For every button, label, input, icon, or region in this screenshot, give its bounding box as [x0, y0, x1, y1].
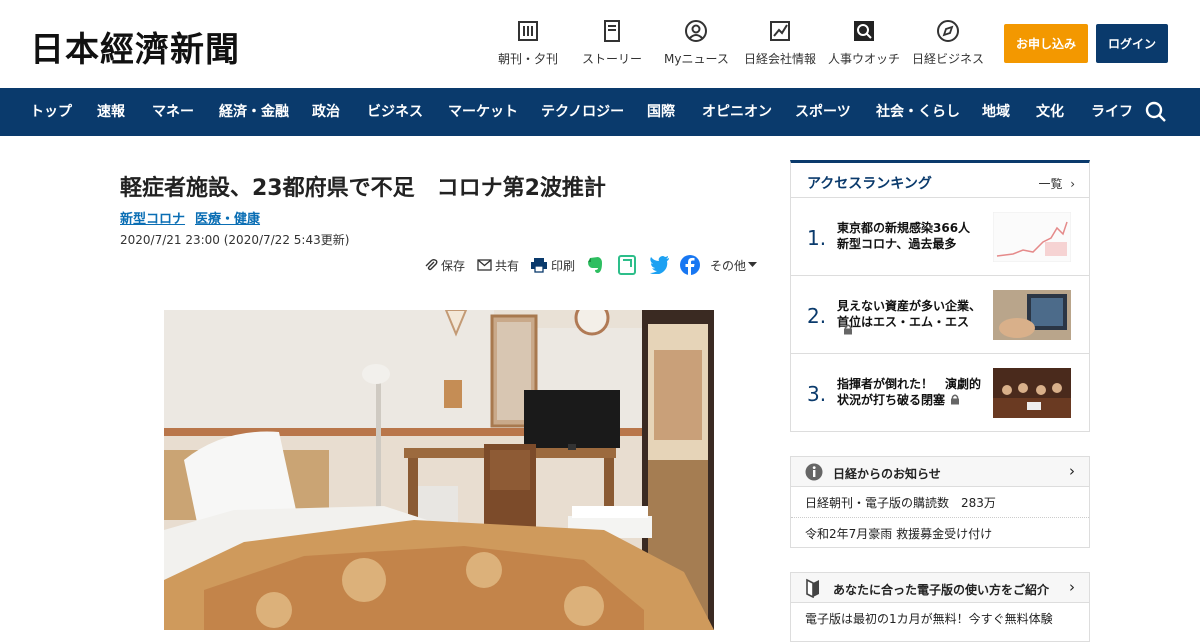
print-button[interactable]: 印刷: [530, 255, 575, 275]
rank-title: 東京都の新規感染366人 新型コロナ、過去最多: [837, 221, 983, 251]
magnifier-icon: [853, 20, 875, 42]
rank-thumbnail: [993, 368, 1071, 418]
access-ranking: アクセスランキング 一覧 › 1. 東京都の新規感染366人 新型コロナ、過去最…: [790, 160, 1090, 432]
chart-search-icon: [769, 20, 791, 42]
book-icon: [806, 578, 819, 598]
bookmark-button[interactable]: [618, 255, 639, 275]
ranking-item[interactable]: 1. 東京都の新規感染366人 新型コロナ、過去最多: [791, 197, 1089, 275]
rank-number: 2.: [807, 304, 827, 328]
twitter-button[interactable]: [649, 255, 673, 275]
login-button[interactable]: ログイン: [1096, 24, 1168, 63]
apply-button[interactable]: お申し込み: [1004, 24, 1088, 63]
article-date: 2020/7/21 23:00 (2020/7/22 5:43更新): [120, 233, 350, 247]
ranking-title: アクセスランキング: [807, 176, 932, 192]
service-label: 人事ウオッチ: [828, 52, 901, 66]
service-morning-evening[interactable]: 朝刊・夕刊: [498, 20, 558, 67]
nav-item-technology[interactable]: テクノロジー: [541, 88, 624, 136]
service-company-info[interactable]: 日経会社情報: [744, 20, 816, 67]
nav-item-society[interactable]: 社会・くらし: [876, 88, 960, 136]
evernote-button[interactable]: [586, 255, 607, 275]
paperclip-icon: [425, 258, 438, 271]
service-story[interactable]: ストーリー: [582, 20, 642, 67]
more-link-label: 一覧: [1038, 177, 1063, 191]
service-label: ストーリー: [582, 52, 643, 66]
chevron-right-icon: ›: [1066, 177, 1075, 191]
facebook-button[interactable]: [680, 255, 703, 275]
service-label: 朝刊・夕刊: [498, 52, 559, 66]
service-nikkei-business[interactable]: 日経ビジネス: [912, 20, 984, 67]
twitter-icon: [650, 256, 669, 274]
nav-item-economy[interactable]: 経済・金融: [219, 88, 289, 136]
more-label: その他: [710, 258, 747, 273]
lock-icon: [844, 324, 852, 335]
rank-number: 3.: [807, 382, 827, 406]
rank-number: 1.: [807, 226, 827, 250]
nav-item-top[interactable]: トップ: [30, 88, 72, 136]
search-icon[interactable]: [1144, 100, 1168, 124]
nav-item-region[interactable]: 地域: [982, 88, 1010, 136]
ranking-item[interactable]: 2. 見えない資産が多い企業、首位はエス・エム・エス: [791, 275, 1089, 353]
compass-icon: [937, 20, 959, 42]
chevron-right-icon: ›: [1069, 462, 1075, 480]
nikkei-notices: 日経からのお知らせ › 日経朝刊・電子版の購読数 283万 令和2年7月豪雨 救…: [790, 456, 1090, 548]
lock-icon: [951, 394, 959, 405]
tag-link[interactable]: 医療・健康: [195, 208, 260, 227]
nav-item-breaking[interactable]: 速報: [97, 88, 125, 136]
rank-title: 見えない資産が多い企業、首位はエス・エム・エス: [837, 299, 982, 329]
facebook-icon: [680, 255, 700, 275]
bookmark-icon: [618, 255, 636, 275]
service-mynews[interactable]: Myニュース: [664, 20, 729, 67]
guide-header[interactable]: あなたに合った電子版の使い方をご紹介 ›: [791, 573, 1089, 603]
nav-item-culture[interactable]: 文化: [1036, 88, 1064, 136]
nav-item-market[interactable]: マーケット: [448, 88, 518, 136]
service-label: Myニュース: [664, 52, 729, 66]
ranking-more-link[interactable]: 一覧 ›: [1039, 175, 1075, 192]
rank-title: 指揮者が倒れた！ 演劇的状況が打ち破る閉塞: [837, 377, 982, 407]
share-button[interactable]: 共有: [477, 255, 519, 275]
ranking-item[interactable]: 3. 指揮者が倒れた！ 演劇的状況が打ち破る閉塞: [791, 353, 1089, 431]
guide-row[interactable]: 電子版は最初の1カ月が無料！今すぐ無料体験: [805, 610, 1053, 627]
evernote-icon: [588, 257, 602, 273]
info-icon: [805, 463, 823, 481]
document-icon: [601, 20, 623, 42]
notice-row[interactable]: 令和2年7月豪雨 救援募金受け付け: [805, 525, 992, 542]
service-label: 日経ビジネス: [912, 52, 985, 66]
save-button[interactable]: 保存: [424, 255, 465, 275]
article-photo: [164, 310, 714, 630]
nav-item-business[interactable]: ビジネス: [367, 88, 423, 136]
service-personnel-watch[interactable]: 人事ウオッチ: [828, 20, 900, 67]
nav-item-opinion[interactable]: オピニオン: [702, 88, 772, 136]
print-label: 印刷: [551, 258, 576, 273]
newspaper-icon: [517, 20, 539, 42]
mail-icon: [477, 259, 492, 271]
save-label: 保存: [441, 258, 466, 273]
nav-item-international[interactable]: 国際: [647, 88, 675, 136]
site-logo[interactable]: 日本經濟新聞: [30, 22, 240, 71]
nav-item-sports[interactable]: スポーツ: [795, 88, 851, 136]
rank-thumbnail: [993, 290, 1071, 340]
article-headline: 軽症者施設、23都府県で不足 コロナ第2波推計: [120, 176, 606, 201]
more-share-button[interactable]: その他: [710, 255, 760, 275]
rank-thumbnail: [993, 212, 1071, 262]
printer-icon: [531, 258, 547, 273]
notice-row[interactable]: 日経朝刊・電子版の購読数 283万: [805, 494, 996, 511]
guide-title: あなたに合った電子版の使い方をご紹介: [833, 583, 1050, 597]
main-nav: トップ 速報 マネー 経済・金融 政治 ビジネス マーケット テクノロジー 国際…: [0, 88, 1200, 136]
share-label: 共有: [495, 258, 520, 273]
notices-title: 日経からのお知らせ: [833, 467, 941, 481]
chevron-right-icon: ›: [1069, 578, 1075, 596]
nav-item-politics[interactable]: 政治: [312, 88, 340, 136]
divider: [791, 517, 1089, 518]
caret-down-icon: [748, 262, 758, 267]
service-label: 日経会社情報: [744, 52, 817, 66]
nav-item-money[interactable]: マネー: [152, 88, 194, 136]
user-icon: [685, 20, 708, 42]
tag-link[interactable]: 新型コロナ: [120, 208, 185, 227]
notices-header[interactable]: 日経からのお知らせ ›: [791, 457, 1089, 487]
digital-guide: あなたに合った電子版の使い方をご紹介 › 電子版は最初の1カ月が無料！今すぐ無料…: [790, 572, 1090, 642]
nav-item-life[interactable]: ライフ: [1091, 88, 1133, 136]
site-header: 日本經濟新聞 朝刊・夕刊 ストーリー Myニュース 日経会社情報 人事ウオッチ: [0, 0, 1200, 88]
